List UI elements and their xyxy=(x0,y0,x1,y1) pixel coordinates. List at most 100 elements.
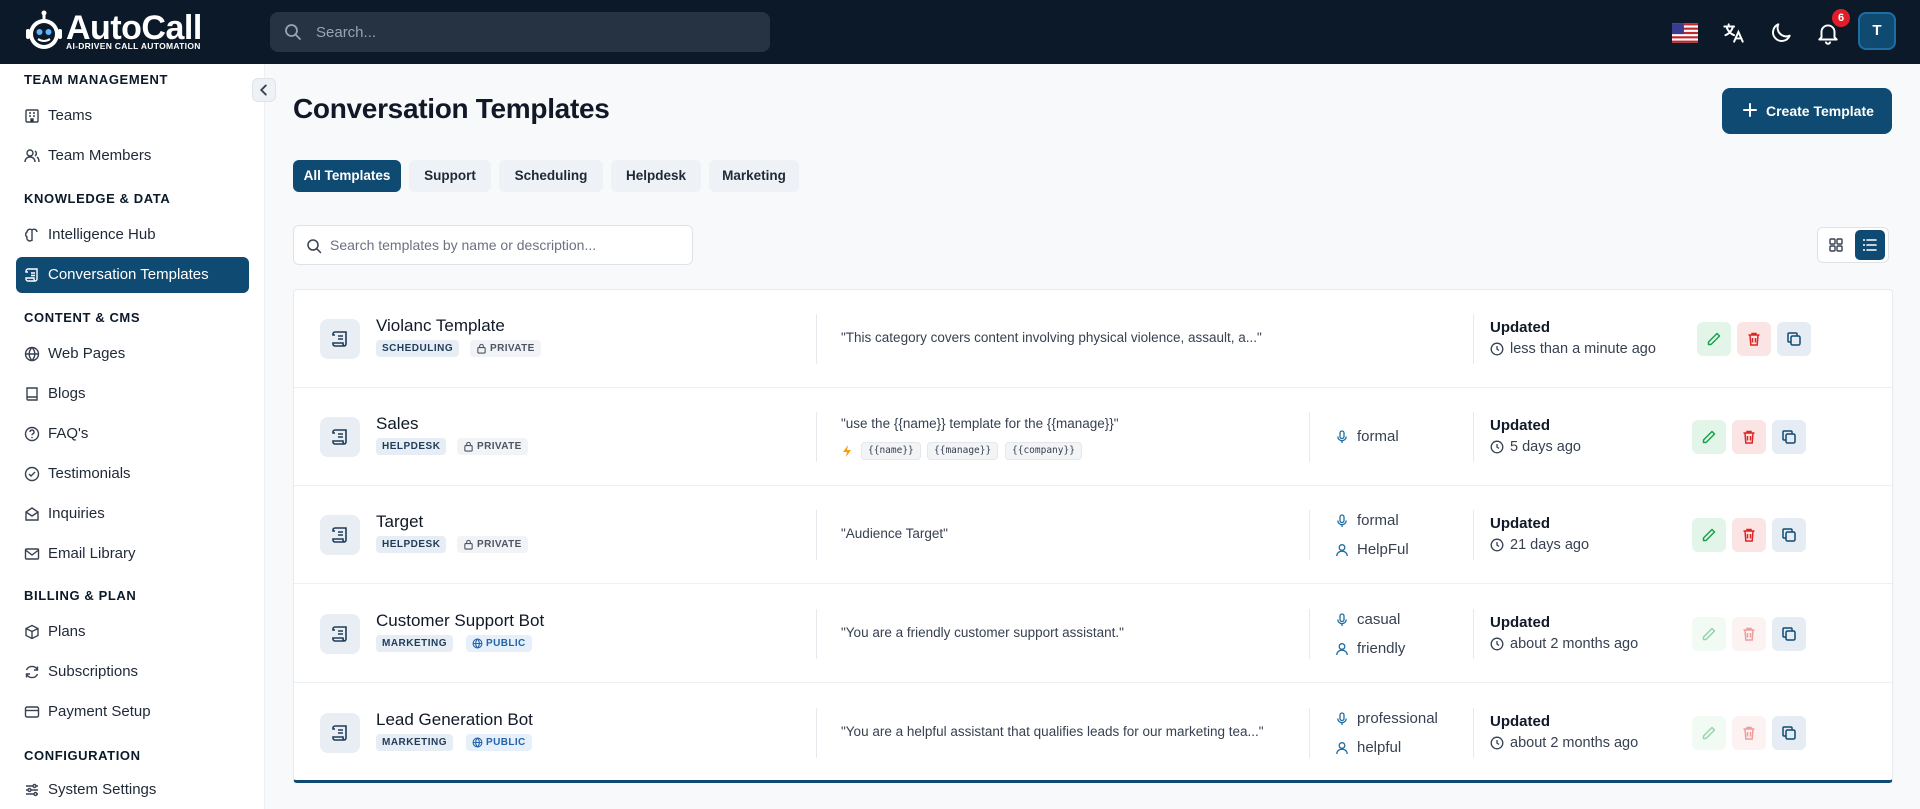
sidebar-item-testimonials[interactable]: Testimonials xyxy=(16,456,249,492)
updated-label: Updated xyxy=(1490,713,1550,730)
sidebar-item-faqs[interactable]: FAQ's xyxy=(16,416,249,452)
sidebar-item-blogs[interactable]: Blogs xyxy=(16,376,249,412)
visibility-badge: PRIVATE xyxy=(457,438,528,455)
sidebar-section-title: KNOWLEDGE & DATA xyxy=(24,191,171,206)
globe-icon xyxy=(24,346,40,362)
edit-button[interactable] xyxy=(1697,322,1731,356)
clock-icon xyxy=(1490,637,1504,651)
grid-view-button[interactable] xyxy=(1821,230,1851,260)
lock-icon xyxy=(477,343,486,354)
global-search-input[interactable] xyxy=(316,12,756,52)
sidebar-item-payment-setup[interactable]: Payment Setup xyxy=(16,694,249,730)
sidebar-item-email-library[interactable]: Email Library xyxy=(16,536,249,572)
us-flag-icon[interactable] xyxy=(1672,20,1698,46)
copy-icon xyxy=(1782,726,1796,740)
lock-icon xyxy=(464,441,473,452)
scroll-icon xyxy=(332,331,347,347)
user-avatar[interactable]: T xyxy=(1858,12,1896,50)
template-description: "Audience Target" xyxy=(841,526,948,541)
search-icon xyxy=(307,239,322,254)
app-logo[interactable]: AutoCall AI-DRIVEN CALL AUTOMATION xyxy=(24,10,224,54)
variable-chip: {{name}} xyxy=(861,442,921,460)
delete-button[interactable] xyxy=(1732,617,1766,651)
edit-button[interactable] xyxy=(1692,518,1726,552)
edit-button[interactable] xyxy=(1692,420,1726,454)
microphone-icon xyxy=(1337,514,1347,527)
brand-tagline: AI-DRIVEN CALL AUTOMATION xyxy=(66,41,201,51)
visibility-badge: PUBLIC xyxy=(466,635,532,652)
trash-icon xyxy=(1743,430,1755,444)
translate-icon[interactable] xyxy=(1720,20,1746,46)
sidebar-item-conversation-templates[interactable]: Conversation Templates xyxy=(16,257,249,293)
visibility-label: PUBLIC xyxy=(486,638,526,649)
column-divider xyxy=(816,510,817,560)
sidebar-item-label: Subscriptions xyxy=(48,663,139,680)
trash-icon xyxy=(1748,332,1760,346)
template-row[interactable]: Sales HELPDESK PRIVATE "use the {{name}}… xyxy=(294,388,1892,486)
edit-button[interactable] xyxy=(1692,617,1726,651)
delete-button[interactable] xyxy=(1737,322,1771,356)
sidebar-section-title: CONTENT & CMS xyxy=(24,310,141,325)
template-row[interactable]: Customer Support Bot MARKETING PUBLIC "Y… xyxy=(294,585,1892,683)
visibility-badge: PUBLIC xyxy=(466,734,532,751)
sidebar-item-teams[interactable]: Teams xyxy=(16,98,249,134)
trash-icon xyxy=(1743,726,1755,740)
sidebar-item-intelligence-hub[interactable]: Intelligence Hub xyxy=(16,217,249,253)
tab-support[interactable]: Support xyxy=(409,160,491,192)
column-divider xyxy=(1473,314,1474,364)
template-description: "You are a helpful assistant that qualif… xyxy=(841,724,1264,739)
duplicate-button[interactable] xyxy=(1777,322,1811,356)
sidebar-item-system-settings[interactable]: System Settings xyxy=(16,772,249,808)
scroll-icon xyxy=(332,429,347,445)
building-icon xyxy=(25,109,39,123)
tab-all-templates[interactable]: All Templates xyxy=(293,160,401,192)
pencil-icon xyxy=(1702,430,1716,444)
visibility-label: PRIVATE xyxy=(477,539,522,550)
edit-button[interactable] xyxy=(1692,716,1726,750)
updated-label: Updated xyxy=(1490,614,1550,631)
template-row[interactable]: Target HELPDESK PRIVATE "Audience Target… xyxy=(294,486,1892,584)
sidebar-item-web-pages[interactable]: Web Pages xyxy=(16,336,249,372)
updated-time-text: 5 days ago xyxy=(1510,439,1581,455)
refresh-icon xyxy=(25,665,39,679)
duplicate-button[interactable] xyxy=(1772,716,1806,750)
sidebar-item-team-members[interactable]: Team Members xyxy=(16,138,249,174)
tab-helpdesk[interactable]: Helpdesk xyxy=(611,160,701,192)
template-icon-box xyxy=(320,417,360,457)
tab-scheduling[interactable]: Scheduling xyxy=(499,160,603,192)
delete-button[interactable] xyxy=(1732,420,1766,454)
clock-icon xyxy=(1490,538,1504,552)
sidebar-item-plans[interactable]: Plans xyxy=(16,614,249,650)
template-name: Target xyxy=(376,512,424,531)
sidebar-item-inquiries[interactable]: Inquiries xyxy=(16,496,249,532)
templates-list: Violanc Template SCHEDULING PRIVATE "Thi… xyxy=(293,289,1893,783)
clock-icon xyxy=(1490,736,1504,750)
microphone-icon xyxy=(1337,430,1347,443)
duplicate-button[interactable] xyxy=(1772,420,1806,454)
tab-marketing[interactable]: Marketing xyxy=(709,160,799,192)
duplicate-button[interactable] xyxy=(1772,518,1806,552)
sidebar-item-label: FAQ's xyxy=(48,425,89,442)
sidebar-item-label: Plans xyxy=(48,623,86,640)
list-view-button[interactable] xyxy=(1855,230,1885,260)
template-search[interactable] xyxy=(293,225,693,265)
tone-value: formal xyxy=(1357,428,1399,445)
plus-icon xyxy=(1743,103,1757,117)
create-template-button[interactable]: Create Template xyxy=(1722,88,1892,134)
sliders-icon xyxy=(26,783,38,797)
global-search[interactable] xyxy=(270,12,770,52)
sidebar-collapse-button[interactable] xyxy=(252,78,276,102)
template-search-input[interactable] xyxy=(330,226,680,264)
moon-icon[interactable] xyxy=(1768,20,1794,46)
sidebar-item-subscriptions[interactable]: Subscriptions xyxy=(16,654,249,690)
updated-time-text: 21 days ago xyxy=(1510,537,1590,553)
globe-icon xyxy=(472,737,483,748)
trash-icon xyxy=(1743,528,1755,542)
lightning-icon xyxy=(843,445,851,457)
category-badge: MARKETING xyxy=(376,635,454,652)
template-row[interactable]: Lead Generation Bot MARKETING PUBLIC "Yo… xyxy=(294,684,1892,782)
duplicate-button[interactable] xyxy=(1772,617,1806,651)
delete-button[interactable] xyxy=(1732,518,1766,552)
template-row[interactable]: Violanc Template SCHEDULING PRIVATE "Thi… xyxy=(294,290,1892,388)
delete-button[interactable] xyxy=(1732,716,1766,750)
